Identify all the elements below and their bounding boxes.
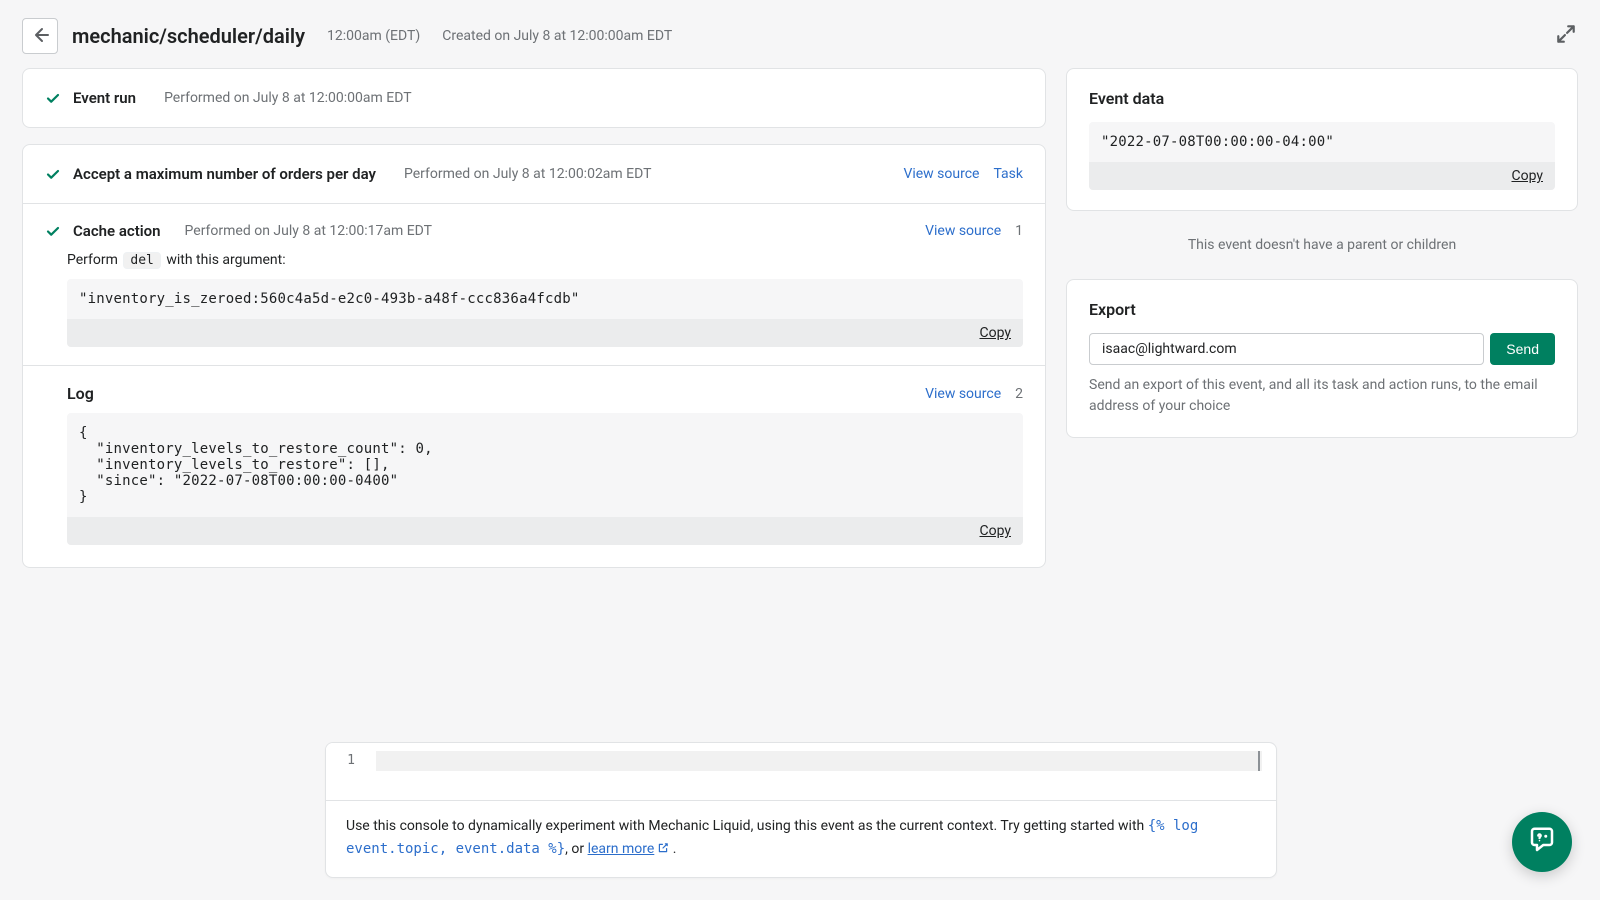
event-data-block: "2022-07-08T00:00:00-04:00" Copy [1089, 122, 1555, 190]
console-gutter: 1 [326, 743, 376, 800]
task-performed: Performed on July 8 at 12:00:02am EDT [404, 166, 652, 182]
event-data-copy-button[interactable]: Copy [1511, 168, 1543, 184]
console-period: . [669, 841, 676, 857]
page-title: mechanic/scheduler/daily [72, 24, 305, 48]
log-content: { "inventory_levels_to_restore_count": 0… [67, 413, 1023, 517]
external-link-icon [657, 839, 669, 861]
log-block: { "inventory_levels_to_restore_count": 0… [67, 413, 1023, 545]
console-cursor [1258, 751, 1260, 771]
chat-button[interactable] [1512, 812, 1572, 872]
task-card: Accept a maximum number of orders per da… [22, 144, 1046, 568]
console-card: 1 Use this console to dynamically experi… [325, 742, 1277, 878]
send-button[interactable]: Send [1490, 333, 1555, 365]
event-data-card: Event data "2022-07-08T00:00:00-04:00" C… [1066, 68, 1578, 211]
event-data-content: "2022-07-08T00:00:00-04:00" [1089, 122, 1555, 162]
cache-copy-button[interactable]: Copy [979, 325, 1011, 341]
header-time: 12:00am (EDT) [327, 28, 420, 44]
console-help: Use this console to dynamically experime… [326, 801, 1276, 877]
expand-icon [1555, 23, 1577, 49]
event-run-performed: Performed on July 8 at 12:00:00am EDT [164, 90, 412, 106]
check-icon [45, 166, 61, 182]
task-link[interactable]: Task [993, 166, 1023, 182]
perform-suffix: with this argument: [166, 252, 285, 268]
cache-action-title: Cache action [73, 222, 161, 240]
log-index: 2 [1015, 386, 1023, 402]
perform-prefix: Perform [67, 252, 118, 268]
page-header: mechanic/scheduler/daily 12:00am (EDT) C… [0, 0, 1600, 68]
check-icon [45, 223, 61, 239]
export-email-input[interactable] [1089, 333, 1484, 365]
log-title: Log [67, 384, 94, 403]
task-title: Accept a maximum number of orders per da… [73, 165, 376, 183]
cache-argument-block: "inventory_is_zeroed:560c4a5d-e2c0-493b-… [67, 279, 1023, 347]
event-run-title: Event run [73, 89, 136, 107]
perform-cmd: del [123, 252, 160, 269]
log-view-source-link[interactable]: View source [925, 386, 1001, 402]
event-run-card: Event run Performed on July 8 at 12:00:0… [22, 68, 1046, 128]
console-editor[interactable]: 1 [326, 743, 1276, 801]
header-created: Created on July 8 at 12:00:00am EDT [442, 28, 672, 44]
console-or-text: , or [565, 841, 587, 857]
cache-view-source-link[interactable]: View source [925, 223, 1001, 239]
export-card: Export Send Send an export of this event… [1066, 279, 1578, 438]
console-help-prefix: Use this console to dynamically experime… [346, 818, 1148, 834]
export-help-text: Send an export of this event, and all it… [1089, 375, 1555, 417]
log-copy-button[interactable]: Copy [979, 523, 1011, 539]
check-icon [45, 90, 61, 106]
task-view-source-link[interactable]: View source [903, 166, 979, 182]
export-title: Export [1089, 300, 1555, 319]
parent-children-text: This event doesn't have a parent or chil… [1066, 227, 1578, 263]
cache-index: 1 [1015, 223, 1023, 239]
event-data-title: Event data [1089, 89, 1555, 108]
expand-button[interactable] [1554, 24, 1578, 48]
console-current-line[interactable] [376, 751, 1262, 771]
learn-more-link[interactable]: learn more [588, 841, 655, 857]
cache-argument-text: "inventory_is_zeroed:560c4a5d-e2c0-493b-… [67, 279, 1023, 319]
perform-line: Perform del with this argument: [23, 250, 1045, 279]
cache-performed: Performed on July 8 at 12:00:17am EDT [185, 223, 433, 239]
chat-icon [1527, 825, 1557, 859]
back-button[interactable] [22, 18, 58, 54]
arrow-left-icon [30, 25, 50, 48]
